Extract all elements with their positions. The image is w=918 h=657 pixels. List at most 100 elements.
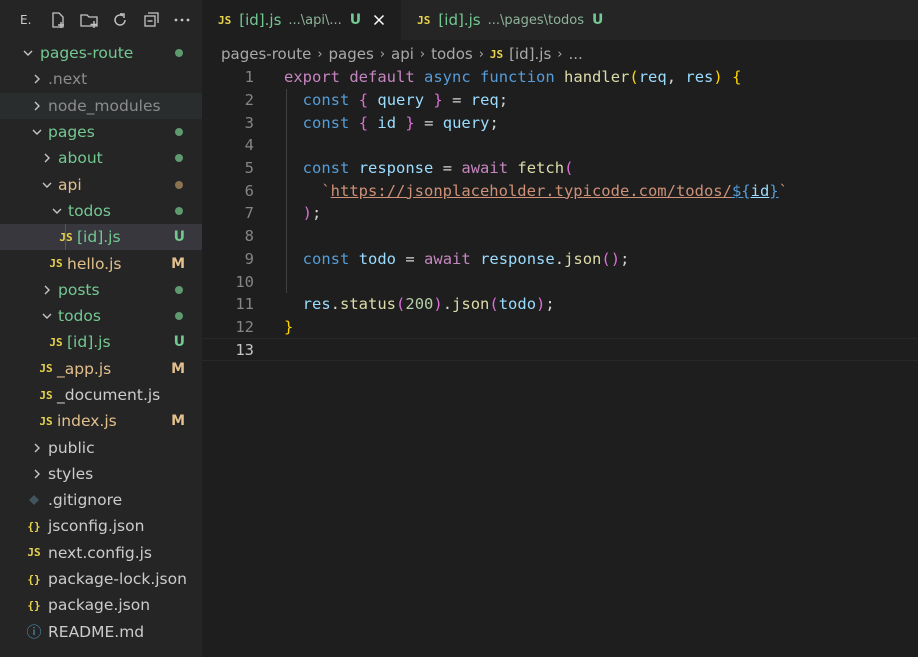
- tree-item-pages-todos[interactable]: todos: [0, 303, 202, 329]
- tree-item-package-lock-json[interactable]: {} package-lock.json: [0, 566, 202, 592]
- code-line: 11 res.status(200).json(todo);: [202, 293, 918, 316]
- tree-item-label: README.md: [48, 622, 145, 641]
- tree-item-next-config-js[interactable]: JS next.config.js: [0, 540, 202, 566]
- breadcrumb-tail[interactable]: ...: [569, 45, 583, 63]
- new-file-icon[interactable]: [42, 9, 73, 31]
- git-icon: [24, 494, 44, 506]
- explorer-toolbar: E.: [0, 0, 202, 40]
- tree-item-label: todos: [58, 307, 101, 326]
- chevron-right-icon: ›: [478, 46, 484, 62]
- tree-item-document-js[interactable]: JS _document.js: [0, 382, 202, 408]
- tree-item-label: jsconfig.json: [48, 517, 145, 536]
- tree-item-posts[interactable]: posts: [0, 277, 202, 303]
- line-number: 2: [244, 91, 254, 110]
- code-text: export default async function handler(re…: [284, 68, 742, 87]
- code-line: 3 const { id } = query;: [202, 111, 918, 134]
- tree-item-api[interactable]: api: [0, 171, 202, 197]
- line-number: 11: [235, 295, 254, 314]
- chevron-right-icon: [39, 282, 55, 298]
- tree-item-next[interactable]: .next: [0, 66, 202, 92]
- explorer-sidebar: E. pages-route .next node_modules pages …: [0, 0, 202, 657]
- code-line: 1 export default async function handler(…: [202, 66, 918, 89]
- breadcrumb-item[interactable]: pages-route: [221, 45, 311, 63]
- tree-item-jsconfig-json[interactable]: {} jsconfig.json: [0, 513, 202, 539]
- tree-item-label: api: [58, 175, 82, 194]
- tab-label: [id].js: [438, 11, 481, 29]
- code-line: 12 }: [202, 316, 918, 339]
- tree-item-label: next.config.js: [48, 543, 153, 562]
- tab-api-id-js[interactable]: JS [id].js ...\api\... U: [202, 0, 402, 40]
- json-file-icon: {}: [27, 519, 41, 533]
- code-text: const todo = await response.json();: [302, 249, 630, 268]
- breadcrumb-item[interactable]: todos: [431, 45, 473, 63]
- refresh-icon[interactable]: [104, 9, 135, 31]
- js-file-icon: JS: [59, 230, 73, 244]
- tree-item-label: .gitignore: [48, 491, 123, 510]
- git-status-dot: [175, 312, 183, 321]
- tab-pages-todos-id-js[interactable]: JS [id].js ...\pages\todos U: [401, 0, 619, 40]
- chevron-down-icon: [29, 124, 45, 140]
- js-file-icon: JS: [49, 257, 63, 271]
- breadcrumb-item[interactable]: api: [391, 45, 414, 63]
- tab-git-status: U: [592, 12, 604, 28]
- line-number: 8: [244, 227, 254, 246]
- tree-item-label: [id].js: [77, 228, 121, 247]
- tree-item-about[interactable]: about: [0, 145, 202, 171]
- breadcrumb: pages-route › pages › api › todos › JS […: [221, 42, 583, 66]
- tree-item-gitignore[interactable]: .gitignore: [0, 487, 202, 513]
- tree-item-app-js[interactable]: JS _app.js M: [0, 356, 202, 382]
- tree-root-pages-route[interactable]: pages-route: [0, 40, 202, 66]
- line-number: 6: [244, 181, 254, 200]
- info-icon: ⓘ: [26, 623, 42, 642]
- git-status-dot: [175, 154, 183, 163]
- tree-item-pages[interactable]: pages: [0, 119, 202, 145]
- explorer-title: E.: [20, 13, 32, 27]
- breadcrumb-item[interactable]: pages: [329, 45, 374, 63]
- js-file-icon: JS: [489, 47, 504, 61]
- line-number: 5: [244, 159, 254, 178]
- code-editor[interactable]: 1 export default async function handler(…: [202, 66, 918, 657]
- tree-item-node-modules[interactable]: node_modules: [0, 92, 202, 119]
- more-icon[interactable]: [166, 9, 197, 31]
- code-line: 7 );: [202, 202, 918, 225]
- close-icon[interactable]: [373, 14, 385, 26]
- chevron-down-icon: [20, 45, 36, 61]
- js-file-icon: JS: [218, 13, 232, 27]
- line-number: 4: [244, 136, 254, 155]
- git-status-dot: [175, 180, 183, 189]
- js-file-icon: JS: [39, 388, 53, 402]
- file-tree: pages-route .next node_modules pages abo…: [0, 40, 202, 645]
- collapse-all-icon[interactable]: [135, 9, 166, 31]
- tree-item-index-js[interactable]: JS index.js M: [0, 408, 202, 434]
- tree-item-label: _document.js: [57, 386, 161, 404]
- git-status-badge: M: [171, 360, 185, 377]
- tree-item-public[interactable]: public: [0, 434, 202, 460]
- chevron-right-icon: ›: [557, 46, 563, 62]
- tree-item-package-json[interactable]: {} package.json: [0, 592, 202, 618]
- tree-item-hello-js[interactable]: JS hello.js M: [0, 250, 202, 276]
- json-file-icon: {}: [27, 572, 41, 586]
- js-file-icon: JS: [49, 335, 63, 349]
- tree-item-label: pages: [48, 123, 95, 142]
- chevron-right-icon: [29, 98, 45, 114]
- code-line-current: 13: [202, 338, 918, 361]
- breadcrumb-file[interactable]: [id].js: [509, 45, 551, 63]
- tree-item-api-todos[interactable]: todos: [0, 198, 202, 224]
- tree-item-label: pages-route: [40, 44, 134, 63]
- tree-item-label: [id].js: [67, 333, 111, 352]
- tree-item-label: hello.js: [67, 254, 122, 273]
- tree-item-styles[interactable]: styles: [0, 461, 202, 487]
- code-line: 6 `https://jsonplaceholder.typicode.com/…: [202, 179, 918, 202]
- tree-item-readme-md[interactable]: ⓘ README.md: [0, 619, 202, 645]
- code-line: 5 const response = await fetch(: [202, 157, 918, 180]
- chevron-right-icon: ›: [419, 46, 426, 62]
- new-folder-icon[interactable]: [73, 9, 104, 31]
- tree-item-label: posts: [58, 280, 100, 299]
- tree-item-pages-todos-id-js[interactable]: JS [id].js U: [0, 329, 202, 355]
- tree-item-label: about: [58, 149, 103, 168]
- line-number: 9: [244, 249, 254, 268]
- chevron-right-icon: [29, 466, 45, 482]
- tree-item-api-todos-id-js[interactable]: JS [id].js U: [0, 224, 202, 251]
- js-file-icon: JS: [417, 13, 431, 27]
- code-text: );: [302, 204, 322, 223]
